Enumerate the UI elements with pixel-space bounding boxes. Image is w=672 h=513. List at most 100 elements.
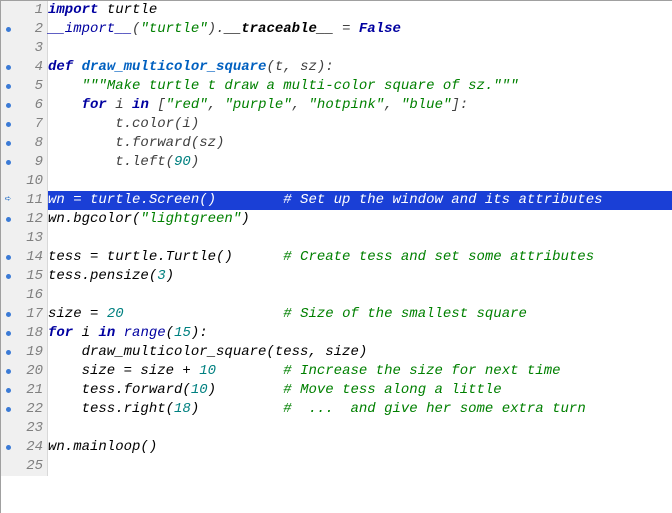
gutter-marker[interactable] [1, 438, 15, 457]
token-attr: tess.right( [48, 401, 174, 417]
gutter-marker[interactable] [1, 305, 15, 324]
gutter-marker[interactable] [1, 153, 15, 172]
code-line[interactable]: 20 size = size + 10 # Increase the size … [1, 362, 672, 381]
code-content[interactable] [48, 286, 672, 305]
gutter-marker[interactable] [1, 39, 15, 58]
code-content[interactable]: tess.forward(10) # Move tess along a lit… [48, 381, 672, 400]
gutter-marker[interactable] [1, 457, 15, 476]
gutter-marker[interactable] [1, 20, 15, 39]
code-content[interactable]: tess.right(18) # ... and give her some e… [48, 400, 672, 419]
code-content[interactable]: draw_multicolor_square(tess, size) [48, 343, 672, 362]
code-line[interactable]: 23 [1, 419, 672, 438]
code-line[interactable]: 19 draw_multicolor_square(tess, size) [1, 343, 672, 362]
code-line[interactable]: 9 t.left(90) [1, 153, 672, 172]
code-content[interactable]: for i in ["red", "purple", "hotpink", "b… [48, 96, 672, 115]
code-line[interactable]: 3 [1, 39, 672, 58]
token-op: ) [191, 154, 199, 170]
gutter-marker[interactable] [1, 96, 15, 115]
line-number: 8 [15, 134, 48, 153]
code-editor[interactable]: 1import turtle2__import__("turtle").__tr… [0, 0, 672, 513]
token-attr: tess.pensize( [48, 268, 157, 284]
code-content[interactable]: """Make turtle t draw a multi-color squa… [48, 77, 672, 96]
code-content[interactable]: for i in range(15): [48, 324, 672, 343]
token-num: 18 [174, 401, 191, 417]
code-content[interactable]: tess.pensize(3) [48, 267, 672, 286]
token-attr: ( [166, 325, 174, 341]
line-number: 2 [15, 20, 48, 39]
code-line[interactable]: 12wn.bgcolor("lightgreen") [1, 210, 672, 229]
token-op: t.forward(sz) [48, 135, 224, 151]
gutter-marker[interactable]: ➪ [1, 191, 15, 210]
code-content[interactable]: __import__("turtle").__traceable__ = Fal… [48, 20, 672, 39]
code-content[interactable]: t.left(90) [48, 153, 672, 172]
code-content[interactable] [48, 457, 672, 476]
code-content[interactable]: size = 20 # Size of the smallest square [48, 305, 672, 324]
line-number: 24 [15, 438, 48, 457]
code-line[interactable]: 22 tess.right(18) # ... and give her som… [1, 400, 672, 419]
code-content[interactable]: wn.bgcolor("lightgreen") [48, 210, 672, 229]
gutter-marker[interactable] [1, 381, 15, 400]
gutter-marker[interactable] [1, 400, 15, 419]
breakpoint-icon [6, 350, 11, 355]
code-line[interactable]: 21 tess.forward(10) # Move tess along a … [1, 381, 672, 400]
gutter-marker[interactable] [1, 362, 15, 381]
gutter-marker[interactable] [1, 77, 15, 96]
current-line-arrow-icon: ➪ [5, 195, 12, 206]
code-line[interactable]: 6 for i in ["red", "purple", "hotpink", … [1, 96, 672, 115]
code-content[interactable]: t.forward(sz) [48, 134, 672, 153]
code-line[interactable]: 16 [1, 286, 672, 305]
code-line[interactable]: 8 t.forward(sz) [1, 134, 672, 153]
code-line[interactable]: 1import turtle [1, 1, 672, 20]
code-content[interactable]: size = size + 10 # Increase the size for… [48, 362, 672, 381]
code-line[interactable]: 18for i in range(15): [1, 324, 672, 343]
token-num: 10 [191, 382, 208, 398]
code-line[interactable]: 17size = 20 # Size of the smallest squar… [1, 305, 672, 324]
code-line[interactable]: 4def draw_multicolor_square(t, sz): [1, 58, 672, 77]
token-kw: for [82, 97, 107, 113]
code-line[interactable]: 24wn.mainloop() [1, 438, 672, 457]
gutter-marker[interactable] [1, 343, 15, 362]
gutter-marker[interactable] [1, 115, 15, 134]
token-attr: tess.forward( [48, 382, 191, 398]
gutter-marker[interactable] [1, 419, 15, 438]
code-content[interactable]: tess = turtle.Turtle() # Create tess and… [48, 248, 672, 267]
code-content[interactable] [48, 419, 672, 438]
code-line[interactable]: 7 t.color(i) [1, 115, 672, 134]
gutter-marker[interactable] [1, 286, 15, 305]
code-content[interactable]: def draw_multicolor_square(t, sz): [48, 58, 672, 77]
line-number: 6 [15, 96, 48, 115]
code-line[interactable]: 13 [1, 229, 672, 248]
token-num: 15 [174, 325, 191, 341]
gutter-marker[interactable] [1, 134, 15, 153]
line-number: 22 [15, 400, 48, 419]
code-content[interactable]: wn = turtle.Screen() # Set up the window… [48, 191, 672, 210]
code-content[interactable] [48, 39, 672, 58]
code-line[interactable]: 15tess.pensize(3) [1, 267, 672, 286]
token-attr: wn.bgcolor( [48, 211, 140, 227]
code-content[interactable]: t.color(i) [48, 115, 672, 134]
gutter-marker[interactable] [1, 248, 15, 267]
gutter-marker[interactable] [1, 1, 15, 20]
token-builtin: __import__ [48, 21, 132, 37]
code-content[interactable]: wn.mainloop() [48, 438, 672, 457]
breakpoint-icon [6, 122, 11, 127]
code-line[interactable]: 14tess = turtle.Turtle() # Create tess a… [1, 248, 672, 267]
gutter-marker[interactable] [1, 172, 15, 191]
code-content[interactable] [48, 229, 672, 248]
code-line[interactable]: 10 [1, 172, 672, 191]
gutter-marker[interactable] [1, 58, 15, 77]
token-attr: wn = turtle.Screen() [48, 192, 283, 208]
token-str: "hotpink" [309, 97, 385, 113]
code-line[interactable]: 25 [1, 457, 672, 476]
gutter-marker[interactable] [1, 324, 15, 343]
code-content[interactable]: import turtle [48, 1, 672, 20]
code-line[interactable]: ➪11wn = turtle.Screen() # Set up the win… [1, 191, 672, 210]
gutter-marker[interactable] [1, 210, 15, 229]
code-line[interactable]: 5 """Make turtle t draw a multi-color sq… [1, 77, 672, 96]
token-op: (t, sz): [266, 59, 333, 75]
gutter-marker[interactable] [1, 267, 15, 286]
gutter-marker[interactable] [1, 229, 15, 248]
token-attr: ) [241, 211, 249, 227]
code-content[interactable] [48, 172, 672, 191]
code-line[interactable]: 2__import__("turtle").__traceable__ = Fa… [1, 20, 672, 39]
